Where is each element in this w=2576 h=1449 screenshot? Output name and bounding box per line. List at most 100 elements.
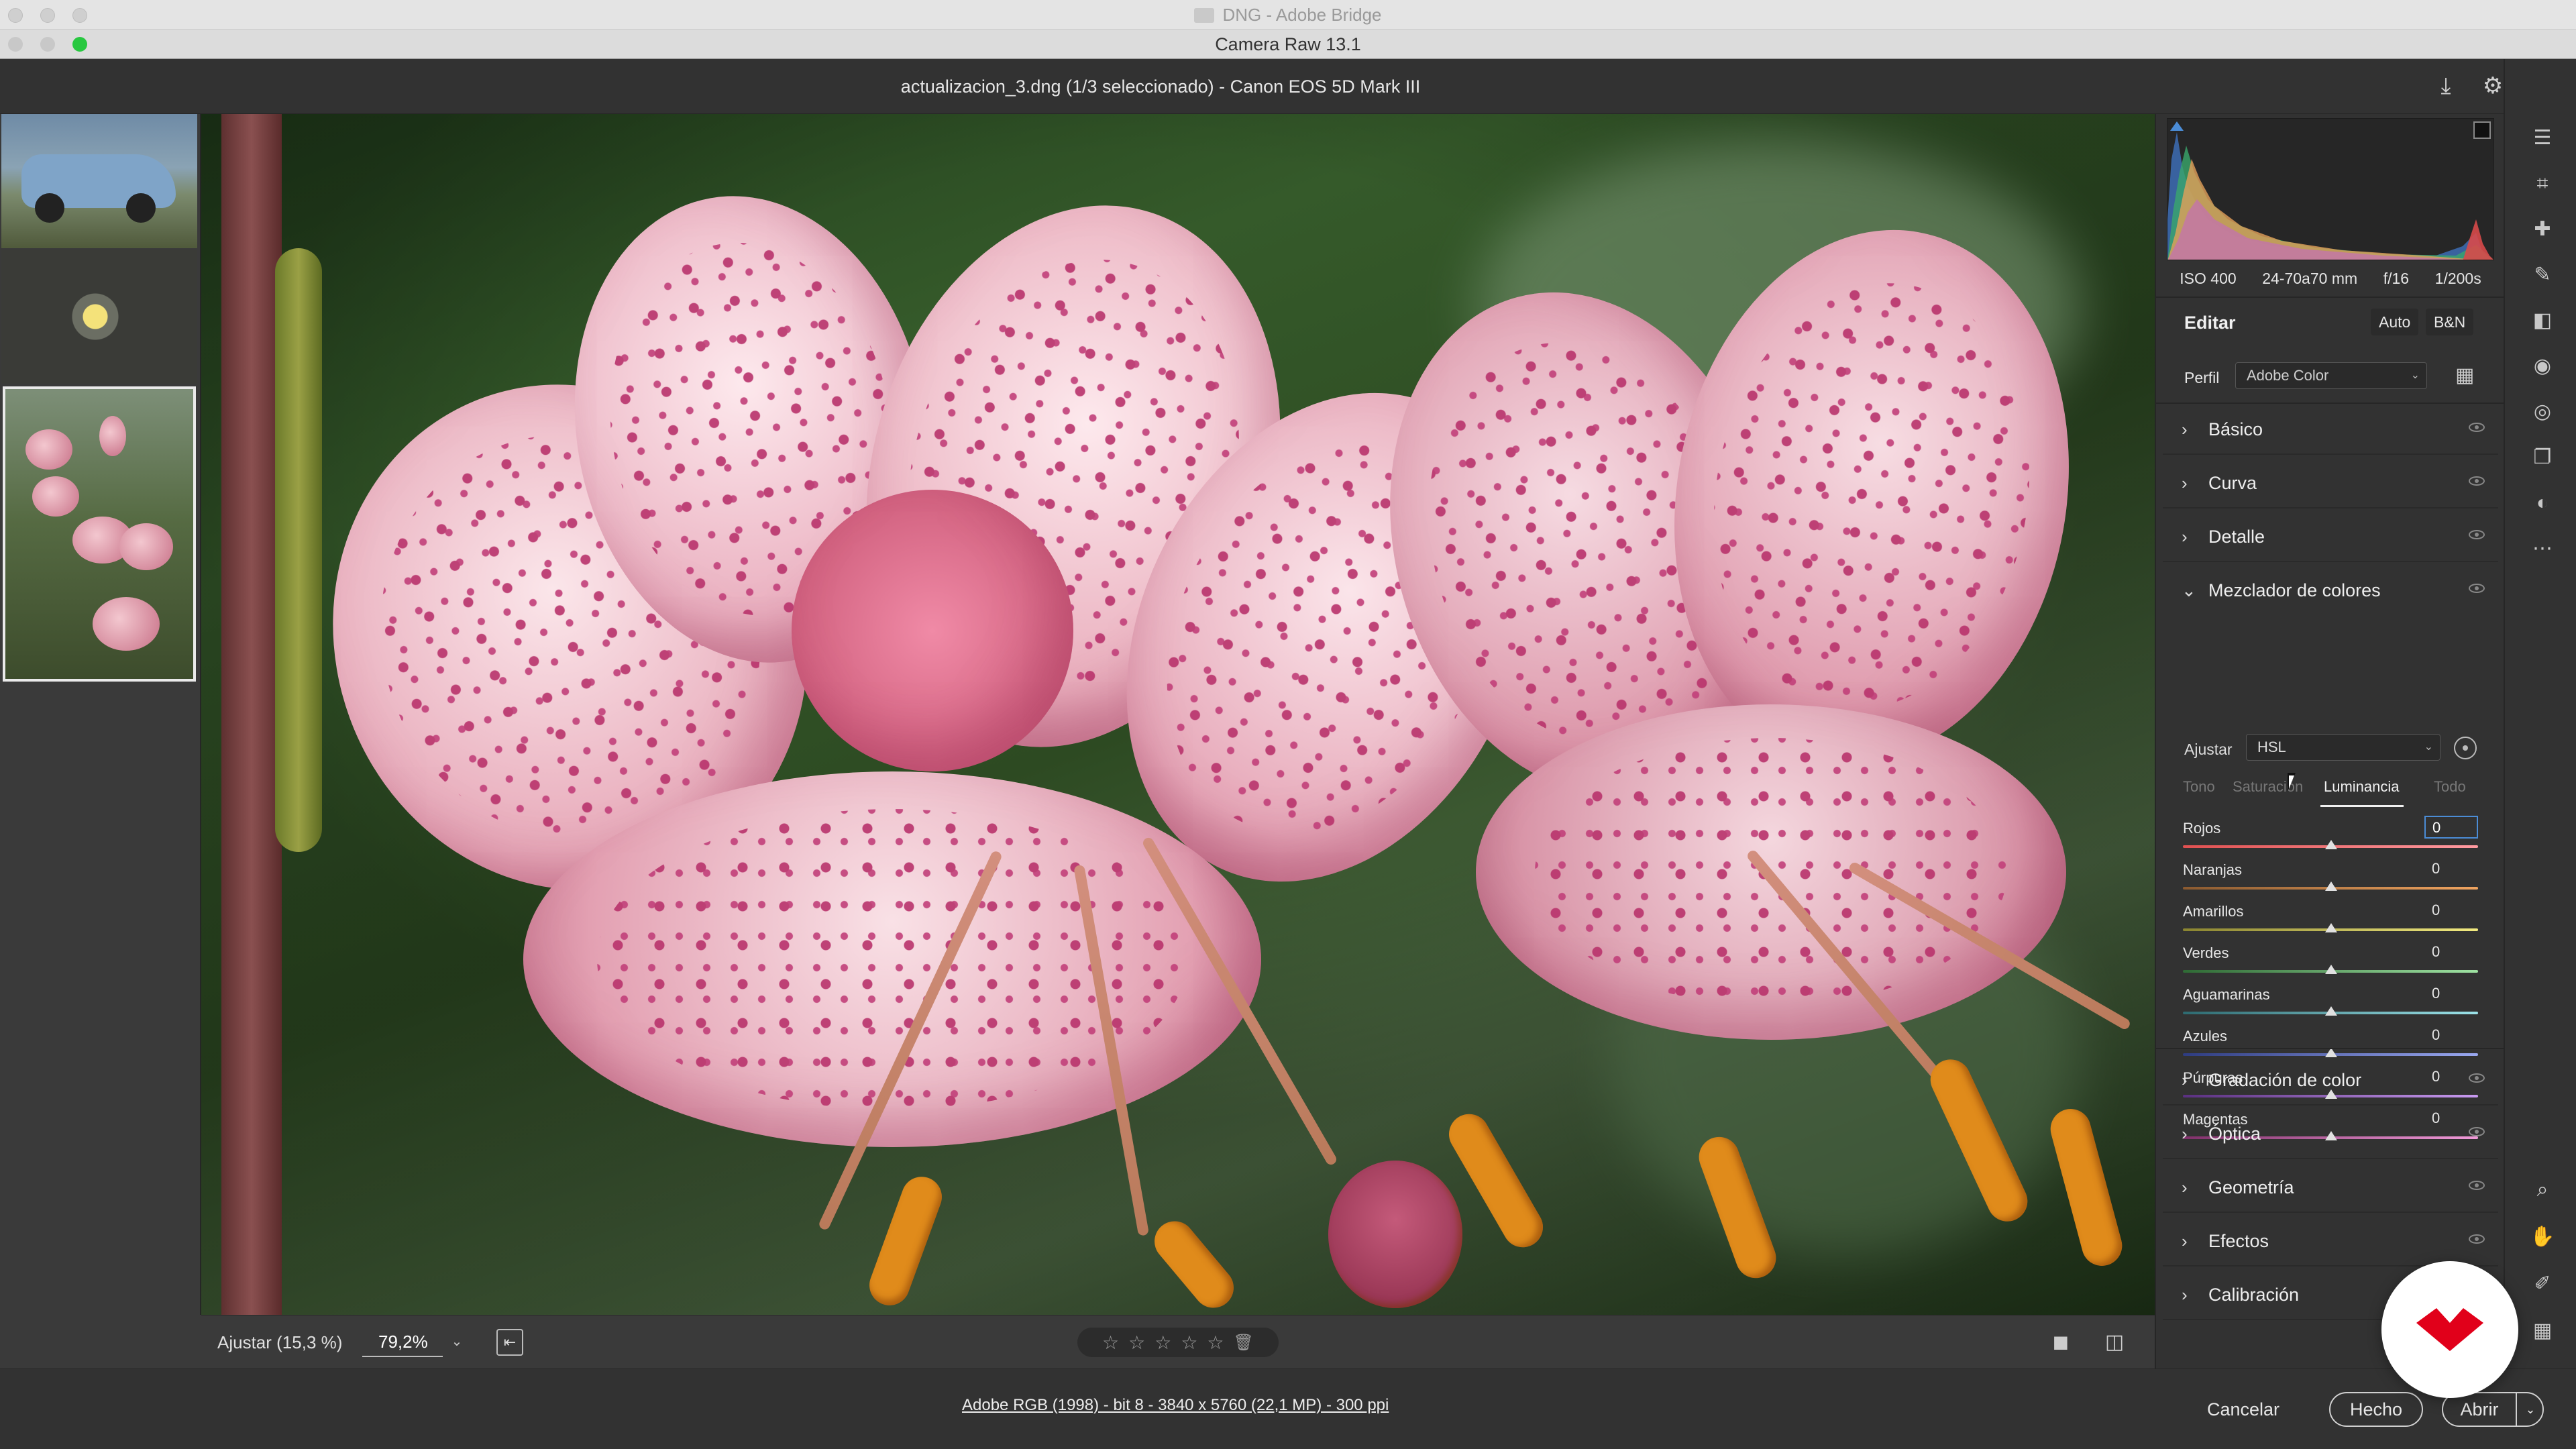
- redeye-icon[interactable]: ◎: [2529, 398, 2556, 425]
- header-bar: actualizacion_3.dng (1/3 seleccionado) -…: [0, 59, 2576, 114]
- thumbnail-truck[interactable]: [1, 114, 197, 248]
- chevron-down-icon[interactable]: ⌄: [2517, 1393, 2544, 1426]
- shadow-clipping-indicator[interactable]: [2170, 121, 2184, 131]
- filmstrip-toggle-icon[interactable]: ⇤: [496, 1329, 523, 1356]
- eye-icon[interactable]: [2469, 1127, 2485, 1136]
- exif-info: ISO 400 24-70a70 mm f/16 1/200s: [2167, 262, 2494, 295]
- slider-knob[interactable]: [2325, 881, 2337, 891]
- single-view-icon[interactable]: ◼: [2047, 1329, 2074, 1356]
- lily-anther: [2045, 1104, 2127, 1271]
- highlight-clipping-indicator[interactable]: [2473, 121, 2491, 139]
- profile-select[interactable]: Adobe Color ⌄: [2235, 362, 2427, 389]
- cancel-button[interactable]: Cancelar: [2207, 1392, 2279, 1427]
- section-mezclador-de-colores[interactable]: ⌄ Mezclador de colores: [2163, 565, 2498, 616]
- black-white-button[interactable]: B&N: [2426, 309, 2474, 335]
- section-curva[interactable]: › Curva: [2163, 458, 2498, 508]
- section-geometria[interactable]: › Geometría: [2163, 1162, 2498, 1213]
- before-after-view-icon[interactable]: ◫: [2101, 1329, 2128, 1356]
- star-icon[interactable]: ☆: [1155, 1332, 1171, 1354]
- radial-icon[interactable]: ◉: [2529, 353, 2556, 380]
- histogram-graph: [2167, 132, 2493, 260]
- open-button-label[interactable]: Abrir: [2443, 1393, 2516, 1426]
- zoom-dropdown-chevron-icon[interactable]: ⌄: [448, 1326, 466, 1357]
- lily-bloom: [93, 597, 160, 651]
- snapshots-icon[interactable]: ❐: [2529, 444, 2556, 471]
- fit-zoom-label[interactable]: Ajustar (15,3 %): [217, 1316, 342, 1369]
- eye-icon[interactable]: [2469, 530, 2485, 539]
- gear-icon[interactable]: ⚙: [2479, 72, 2506, 99]
- section-efectos[interactable]: › Efectos: [2163, 1216, 2498, 1267]
- adjust-select[interactable]: HSL ⌄: [2246, 734, 2440, 761]
- eye-icon[interactable]: [2469, 476, 2485, 486]
- star-icon[interactable]: ☆: [1128, 1332, 1145, 1354]
- slider-knob[interactable]: [2325, 840, 2337, 849]
- section-title: Básico: [2208, 419, 2263, 439]
- slider-row: Aguamarinas 0: [2183, 982, 2478, 1024]
- slider-row: Naranjas 0: [2183, 857, 2478, 899]
- lily-bloom: [119, 523, 173, 570]
- slider-value-input[interactable]: 0: [2424, 857, 2478, 880]
- profile-label: Perfil: [2184, 369, 2220, 386]
- tab-tono[interactable]: Tono: [2183, 778, 2215, 796]
- slider-value-input[interactable]: 0: [2424, 816, 2478, 839]
- section-gradacion-de-color[interactable]: › Gradación de color: [2163, 1055, 2498, 1106]
- section-optica[interactable]: › Óptica: [2163, 1108, 2498, 1159]
- slider-knob[interactable]: [2325, 1006, 2337, 1016]
- slider-label: Azules: [2183, 1028, 2228, 1044]
- eye-icon[interactable]: [2469, 1073, 2485, 1083]
- slider-label: Naranjas: [2183, 861, 2243, 878]
- auto-button[interactable]: Auto: [2371, 309, 2419, 335]
- presets-icon[interactable]: ◐: [2529, 490, 2556, 517]
- edit-sliders-icon[interactable]: ☰: [2529, 125, 2556, 152]
- grid-icon[interactable]: ▦: [2529, 1318, 2556, 1344]
- lily-bud: [99, 416, 126, 456]
- eye-icon[interactable]: [2469, 1234, 2485, 1244]
- chevron-down-icon: ⌄: [2424, 741, 2433, 753]
- brush-icon[interactable]: ✎: [2529, 262, 2556, 288]
- bridge-title-bar: DNG - Adobe Bridge: [0, 0, 2576, 30]
- hsl-tabs: Tono Saturación Luminancia Todo: [2183, 778, 2491, 807]
- star-rating[interactable]: ☆ ☆ ☆ ☆ ☆ 🗑: [1077, 1328, 1279, 1357]
- thumbnail-yellow-flower[interactable]: [1, 250, 197, 384]
- slider-knob[interactable]: [2325, 965, 2337, 974]
- star-icon[interactable]: ☆: [1207, 1332, 1224, 1354]
- flower-stem: [221, 114, 282, 1315]
- section-detalle[interactable]: › Detalle: [2163, 511, 2498, 562]
- profile-browser-icon[interactable]: ▦: [2455, 365, 2477, 386]
- slider-value-input[interactable]: 0: [2424, 982, 2478, 1005]
- photo-preview[interactable]: [201, 114, 2155, 1315]
- divider: [2156, 297, 2505, 298]
- hand-icon[interactable]: ✋: [2529, 1224, 2556, 1250]
- section-basico[interactable]: › Básico: [2163, 404, 2498, 455]
- targeted-adjustment-icon[interactable]: [2454, 737, 2477, 759]
- camera-raw-title-bar: Camera Raw 13.1: [0, 30, 2576, 59]
- star-icon[interactable]: ☆: [1181, 1332, 1197, 1354]
- save-icon[interactable]: ⤓: [2432, 72, 2459, 99]
- crop-icon[interactable]: ⌗: [2529, 170, 2556, 197]
- zoom-level-field[interactable]: 79,2%: [362, 1326, 443, 1357]
- gradient-icon[interactable]: ◧: [2529, 307, 2556, 334]
- eye-icon[interactable]: [2469, 423, 2485, 432]
- slider-value-input[interactable]: 0: [2424, 941, 2478, 963]
- trash-icon[interactable]: 🗑: [1234, 1333, 1254, 1352]
- mouse-cursor: [2288, 773, 2296, 792]
- star-icon[interactable]: ☆: [1102, 1332, 1119, 1354]
- healing-icon[interactable]: ✚: [2529, 216, 2556, 243]
- slider-knob[interactable]: [2325, 923, 2337, 932]
- section-title: Efectos: [2208, 1231, 2269, 1251]
- zoom-icon[interactable]: ⌕: [2529, 1177, 2556, 1203]
- tab-luminancia[interactable]: Luminancia: [2324, 778, 2400, 796]
- eye-icon[interactable]: [2469, 1181, 2485, 1190]
- folder-icon: [1194, 8, 1215, 23]
- tab-todo[interactable]: Todo: [2434, 778, 2466, 796]
- slider-value-input[interactable]: 0: [2424, 1024, 2478, 1046]
- edit-panel: ISO 400 24-70a70 mm f/16 1/200s Editar A…: [2155, 114, 2505, 1368]
- thumbnail-pink-lilies-selected[interactable]: [3, 386, 196, 682]
- chevron-right-icon: ›: [2182, 1285, 2188, 1305]
- color-sampler-icon[interactable]: ✐: [2529, 1271, 2556, 1297]
- more-icon[interactable]: ⋯: [2529, 535, 2556, 562]
- chevron-right-icon: ›: [2182, 1070, 2188, 1090]
- workflow-options-link[interactable]: Adobe RGB (1998) - bit 8 - 3840 x 5760 (…: [962, 1396, 1389, 1415]
- eye-icon[interactable]: [2469, 584, 2485, 593]
- slider-value-input[interactable]: 0: [2424, 899, 2478, 922]
